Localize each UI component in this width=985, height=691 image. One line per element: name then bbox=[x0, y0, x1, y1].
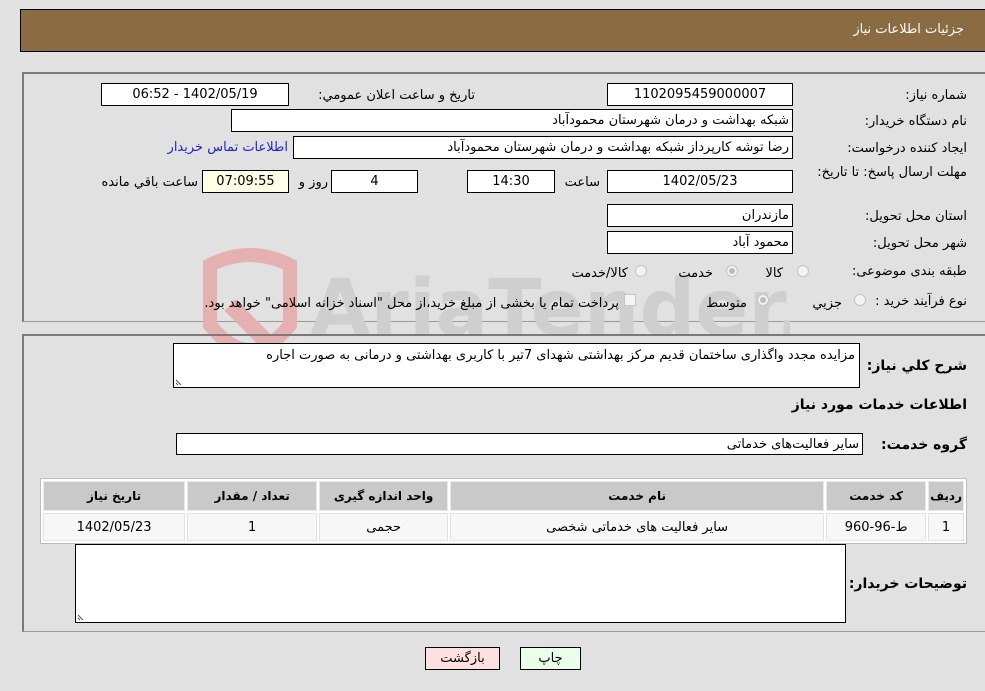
summary-text: مزایده مجدد واگذاری ساختمان قدیم مرکز به… bbox=[266, 348, 855, 363]
col-quantity: تعداد / مقدار bbox=[187, 481, 318, 511]
buyer-org-field: شبکه بهداشت و درمان شهرستان محمودآباد bbox=[231, 109, 793, 132]
summary-textarea[interactable]: مزایده مجدد واگذاری ساختمان قدیم مرکز به… bbox=[173, 343, 860, 388]
table-header-row: ردیف کد خدمت نام خدمت واحد اندازه گیری ت… bbox=[43, 481, 964, 511]
print-button[interactable]: چاپ bbox=[520, 647, 581, 670]
buyer-org-label: نام دستگاه خریدار: bbox=[864, 114, 967, 129]
table-row: 1 ط-96-960 سایر فعالیت های خدماتی شخصی ح… bbox=[43, 513, 964, 541]
cell-unit: حجمی bbox=[319, 513, 449, 541]
page-title: جزئیات اطلاعات نیاز bbox=[853, 22, 964, 37]
treasury-checkbox[interactable] bbox=[624, 294, 636, 306]
remaining-time-label: ساعت باقي مانده bbox=[101, 175, 198, 190]
cell-quantity: 1 bbox=[187, 513, 318, 541]
services-section-title: اطلاعات خدمات مورد نیاز bbox=[791, 397, 967, 413]
cell-service-name: سایر فعالیت های خدماتی شخصی bbox=[450, 513, 825, 541]
announce-datetime-field: 1402/05/19 - 06:52 bbox=[101, 83, 289, 106]
days-label: روز و bbox=[298, 175, 328, 190]
category-option-goods-service: کالا/خدمت bbox=[571, 266, 628, 281]
remaining-time-field: 07:09:55 bbox=[202, 170, 289, 193]
buyer-notes-textarea[interactable] bbox=[75, 544, 846, 623]
service-group-field: سایر فعالیت‌های خدماتی bbox=[176, 433, 863, 455]
purchase-process-label: نوع فرآیند خرید : bbox=[875, 294, 967, 309]
process-radio-medium[interactable] bbox=[757, 294, 769, 306]
resize-grip-icon[interactable] bbox=[175, 377, 184, 386]
col-unit: واحد اندازه گیری bbox=[319, 481, 449, 511]
announce-datetime-label: تاریخ و ساعت اعلان عمومي: bbox=[318, 88, 475, 103]
city-label: شهر محل تحویل: bbox=[872, 236, 967, 251]
requester-label: ایجاد کننده درخواست: bbox=[847, 141, 967, 156]
cell-service-code: ط-96-960 bbox=[826, 513, 927, 541]
process-option-minor: جزيي bbox=[812, 296, 842, 311]
deadline-time-label: ساعت bbox=[564, 175, 600, 190]
deadline-date-field: 1402/05/23 bbox=[607, 170, 793, 193]
category-option-goods: کالا bbox=[765, 266, 783, 281]
treasury-note: پرداخت تمام یا بخشی از مبلغ خرید،از محل … bbox=[204, 296, 619, 311]
cell-need-date: 1402/05/23 bbox=[43, 513, 186, 541]
deadline-label: مهلت ارسال پاسخ: تا تاریخ: bbox=[817, 165, 967, 180]
services-table: ردیف کد خدمت نام خدمت واحد اندازه گیری ت… bbox=[40, 478, 967, 544]
deadline-time-field: 14:30 bbox=[467, 170, 555, 193]
process-radio-minor[interactable] bbox=[854, 294, 866, 306]
col-row-number: ردیف bbox=[928, 481, 964, 511]
resize-grip-icon[interactable] bbox=[77, 612, 86, 621]
buyer-contact-link[interactable]: اطلاعات تماس خریدار bbox=[168, 140, 288, 155]
province-field: مازندران bbox=[607, 204, 793, 227]
province-label: استان محل تحویل: bbox=[865, 209, 967, 224]
category-radio-goods-service[interactable] bbox=[635, 265, 647, 277]
category-label: طبقه بندی موضوعی: bbox=[851, 264, 967, 279]
process-option-medium: متوسط bbox=[706, 296, 747, 311]
need-number-field: 1102095459000007 bbox=[607, 83, 793, 106]
service-group-label: گروه خدمت: bbox=[881, 437, 967, 453]
page-header: جزئیات اطلاعات نیاز bbox=[20, 9, 985, 52]
need-number-label: شماره نیاز: bbox=[905, 88, 967, 103]
col-need-date: تاریخ نیاز bbox=[43, 481, 186, 511]
cell-row-number: 1 bbox=[928, 513, 964, 541]
remaining-days-field: 4 bbox=[331, 170, 418, 193]
city-field: محمود آباد bbox=[607, 231, 793, 254]
buyer-notes-label: توضیحات خریدار: bbox=[848, 576, 967, 592]
requester-field: رضا توشه کارپرداز شبکه بهداشت و درمان شه… bbox=[293, 136, 793, 159]
back-button[interactable]: بازگشت bbox=[425, 647, 500, 670]
col-service-code: کد خدمت bbox=[826, 481, 927, 511]
category-option-service: خدمت bbox=[678, 266, 713, 281]
category-radio-service[interactable] bbox=[726, 265, 738, 277]
col-service-name: نام خدمت bbox=[450, 481, 825, 511]
category-radio-goods[interactable] bbox=[797, 265, 809, 277]
summary-label: شرح کلي نیاز: bbox=[866, 358, 967, 374]
